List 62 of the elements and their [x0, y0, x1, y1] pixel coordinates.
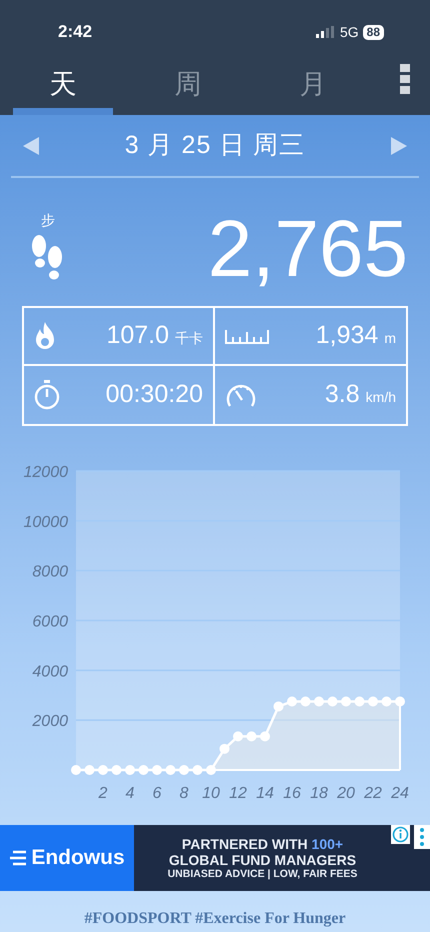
stat-unit: m: [384, 329, 396, 348]
y-axis-label: 8000: [32, 564, 68, 581]
data-point: [300, 696, 310, 706]
x-axis-label: 12: [229, 785, 247, 802]
stat-value: 107.0: [106, 320, 169, 352]
stat-value: 00:30:20: [106, 379, 203, 410]
x-axis-label: 18: [310, 785, 328, 802]
x-axis-label: 8: [180, 785, 188, 802]
status-time: 2:42: [58, 21, 92, 44]
x-axis-label: 14: [256, 785, 274, 802]
advertisement-banner[interactable]: Endowus PARTNERED WITH 100+ GLOBAL FUND MANAGERS UNBIASED ADVICE | LOW, FAIR FEES: [0, 825, 430, 891]
network-label: 5G: [340, 22, 359, 42]
signal-icon: [316, 26, 336, 38]
data-point: [274, 701, 284, 712]
data-point: [382, 696, 392, 706]
date-label: 3 月 25 日 周三: [124, 130, 306, 161]
ad-tagline: UNBIASED ADVICE | LOW, FAIR FEES: [168, 868, 358, 880]
stat-value: 1,934: [316, 320, 378, 352]
ad-brand: Endowus: [31, 845, 125, 872]
data-point: [287, 696, 297, 706]
y-axis-label: 6000: [32, 614, 68, 630]
ruler-icon: [225, 328, 269, 344]
x-axis-label: 4: [126, 785, 134, 802]
data-point: [328, 696, 338, 706]
steps-label: 步: [41, 210, 55, 230]
stat-unit: km/h: [366, 388, 396, 408]
ad-text: GLOBAL FUND MANAGERS: [168, 852, 356, 868]
stat-unit: 千卡: [175, 329, 203, 348]
x-axis-label: 16: [283, 785, 301, 802]
y-axis-label: 2000: [32, 713, 68, 730]
step-count: 2,765: [208, 209, 408, 289]
battery-indicator: 88: [362, 24, 384, 40]
tab[interactable]: 月: [263, 58, 363, 115]
data-point: [341, 696, 351, 706]
info-icon[interactable]: [391, 825, 410, 844]
footer-hashtags: #FOODSPORT #Exercise For Hunger: [84, 910, 346, 927]
data-point: [260, 731, 270, 742]
y-axis-label: 4000: [32, 663, 68, 680]
x-axis-label: 24: [391, 785, 409, 802]
stopwatch-icon: [34, 380, 60, 410]
data-point: [314, 696, 324, 706]
y-axis-label: 12000: [24, 464, 68, 481]
tab[interactable]: 天: [13, 58, 113, 115]
data-point: [233, 731, 243, 742]
data-point: [246, 731, 256, 742]
x-axis-label: 20: [337, 785, 355, 802]
menu-icon[interactable]: [400, 64, 410, 94]
more-options-icon[interactable]: [414, 825, 430, 849]
y-axis-label: 10000: [24, 514, 68, 531]
x-axis-label: 2: [98, 785, 108, 802]
data-point: [220, 744, 230, 754]
data-point: [368, 696, 378, 706]
stat-value: 3.8: [324, 379, 360, 410]
x-axis-label: 10: [202, 785, 220, 802]
flame-icon: [34, 321, 56, 351]
tab[interactable]: 周: [138, 58, 238, 115]
logo-icon: [9, 850, 28, 866]
data-point: [354, 696, 364, 706]
x-axis-label: 22: [364, 785, 382, 802]
x-axis-label: 6: [152, 785, 162, 802]
ad-headline: PARTNERED WITH 100+: [182, 836, 344, 852]
speedometer-icon: [225, 382, 257, 408]
